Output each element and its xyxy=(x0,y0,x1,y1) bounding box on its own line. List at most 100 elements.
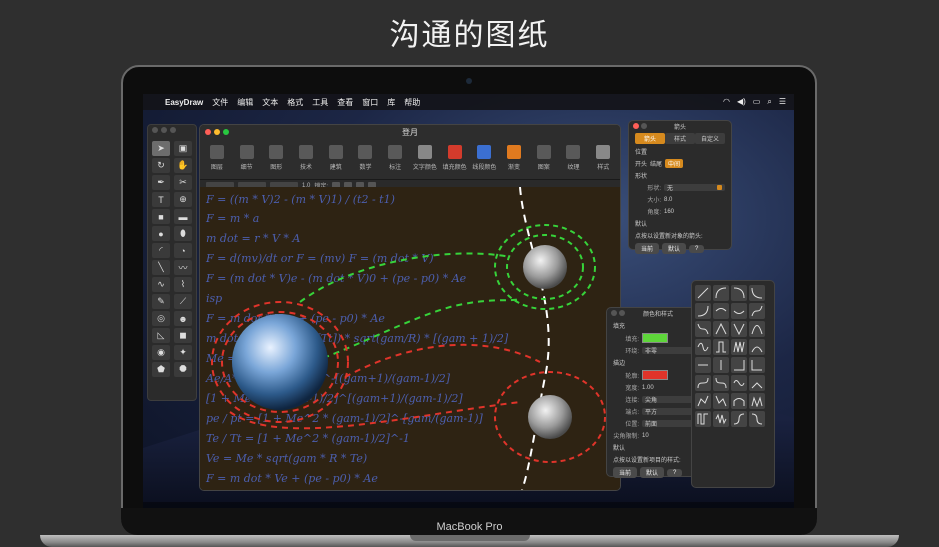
curve-shape-icon[interactable] xyxy=(695,339,711,355)
pen-icon[interactable]: ✒ xyxy=(152,175,170,190)
curve-shape-icon[interactable] xyxy=(749,303,765,319)
brush-icon[interactable]: ⟋ xyxy=(174,294,192,309)
curve-shape-icon[interactable] xyxy=(731,303,747,319)
curve-shape-icon[interactable] xyxy=(749,285,765,301)
toolbar-line-color[interactable]: 线段颜色 xyxy=(471,141,497,171)
curve-shape-icon[interactable] xyxy=(749,375,765,391)
curve-shape-icon[interactable] xyxy=(749,339,765,355)
octagon-icon[interactable]: ⯃ xyxy=(174,362,192,377)
menu-edit[interactable]: 编辑 xyxy=(237,97,253,108)
curve-shape-icon[interactable] xyxy=(731,285,747,301)
line-icon[interactable]: ╲ xyxy=(152,260,170,275)
angle-value[interactable]: 160 xyxy=(664,209,674,215)
text-icon[interactable]: T xyxy=(152,192,170,207)
polygon-icon[interactable]: ⬟ xyxy=(152,362,170,377)
zoom-dot[interactable] xyxy=(170,127,176,133)
menu-list-icon[interactable]: ☰ xyxy=(779,97,786,107)
close-dot[interactable] xyxy=(152,127,158,133)
hand-icon[interactable]: ✋ xyxy=(174,158,192,173)
curve-icon[interactable]: ∿ xyxy=(152,277,170,292)
menu-text[interactable]: 文本 xyxy=(262,97,278,108)
fill-color-swatch[interactable] xyxy=(642,333,668,343)
minimize-dot[interactable] xyxy=(161,127,167,133)
drawing-canvas[interactable]: F = ((m * V)2 - (m * V)1) / (t2 - t1) F … xyxy=(200,187,620,490)
end-checkbox-label[interactable]: 结尾 xyxy=(650,159,662,168)
square-icon[interactable]: ◼ xyxy=(174,328,192,343)
spiral-icon[interactable]: ◎ xyxy=(152,311,170,326)
curve-shape-icon[interactable] xyxy=(695,321,711,337)
curve-shape-icon[interactable] xyxy=(695,303,711,319)
help-button[interactable]: ? xyxy=(667,468,683,477)
volume-icon[interactable]: ◀) xyxy=(737,97,746,107)
curve-shape-icon[interactable] xyxy=(713,411,729,427)
menu-library[interactable]: 库 xyxy=(387,97,395,108)
current-button[interactable]: 当前 xyxy=(613,467,638,478)
line-thick-icon[interactable]: ▬ xyxy=(174,209,192,224)
toolbar-layers[interactable]: 图层 xyxy=(204,141,230,171)
curve-shape-icon[interactable] xyxy=(713,303,729,319)
curve-shape-icon[interactable] xyxy=(749,357,765,373)
help-button[interactable]: ? xyxy=(689,244,705,253)
curve-shape-icon[interactable] xyxy=(713,285,729,301)
profile-icon[interactable]: ☻ xyxy=(174,311,192,326)
default-button[interactable]: 默认 xyxy=(640,467,665,478)
curve-shape-icon[interactable] xyxy=(731,339,747,355)
toolbar-building[interactable]: 建筑 xyxy=(323,141,349,171)
search-icon[interactable]: ⌕ xyxy=(767,97,771,107)
ellipse-icon[interactable]: ⬮ xyxy=(174,226,192,241)
menu-window[interactable]: 窗口 xyxy=(362,97,378,108)
start-checkbox-label[interactable]: 开头 xyxy=(635,159,647,168)
mid-toggle[interactable]: 中间 xyxy=(665,159,684,168)
toolbar-math[interactable]: 数学 xyxy=(353,141,379,171)
curve-shape-icon[interactable] xyxy=(731,375,747,391)
stroke-color-swatch[interactable] xyxy=(642,370,668,380)
curve-shape-icon[interactable] xyxy=(731,357,747,373)
curve-shape-icon[interactable] xyxy=(749,393,765,409)
menu-format[interactable]: 格式 xyxy=(287,97,303,108)
rectangle-icon[interactable]: ■ xyxy=(152,209,170,224)
tab-arrow[interactable]: 箭头 xyxy=(635,133,665,144)
battery-icon[interactable]: ▭ xyxy=(753,97,761,107)
app-menu[interactable]: EasyDraw xyxy=(165,98,203,107)
width-value[interactable]: 1.00 xyxy=(642,385,654,391)
curve-shape-icon[interactable] xyxy=(695,411,711,427)
zoom-icon[interactable]: ⊕ xyxy=(174,192,192,207)
toolbar-fill-color[interactable]: 填充颜色 xyxy=(442,141,468,171)
menu-tools[interactable]: 工具 xyxy=(312,97,328,108)
bezier-icon[interactable]: ⌇ xyxy=(174,277,192,292)
curve-shape-icon[interactable] xyxy=(695,375,711,391)
pie-icon[interactable]: ◔ xyxy=(174,243,192,258)
curve-shape-icon[interactable] xyxy=(731,393,747,409)
shape-select[interactable]: 无 xyxy=(664,184,725,192)
curve-shape-icon[interactable] xyxy=(695,357,711,373)
select-arrow-icon[interactable]: ➤ xyxy=(152,141,170,156)
tab-style[interactable]: 样式 xyxy=(665,133,695,144)
toolbar-text-color[interactable]: 文字颜色 xyxy=(412,141,438,171)
current-button[interactable]: 当前 xyxy=(635,243,660,254)
curve-shape-icon[interactable] xyxy=(749,411,765,427)
wifi-icon[interactable]: ◠ xyxy=(723,97,730,107)
curve-shape-icon[interactable] xyxy=(713,357,729,373)
default-button[interactable]: 默认 xyxy=(662,243,687,254)
curve-shape-icon[interactable] xyxy=(749,321,765,337)
toolbar-detail[interactable]: 细节 xyxy=(234,141,260,171)
menu-view[interactable]: 查看 xyxy=(337,97,353,108)
tab-custom[interactable]: 自定义 xyxy=(695,133,725,144)
curve-shape-icon[interactable] xyxy=(695,285,711,301)
curve-shape-icon[interactable] xyxy=(713,393,729,409)
curve-shape-icon[interactable] xyxy=(731,411,747,427)
curve-shape-icon[interactable] xyxy=(731,321,747,337)
toolbar-annotate[interactable]: 标注 xyxy=(382,141,408,171)
freehand-icon[interactable]: 〰 xyxy=(174,260,192,275)
pencil-icon[interactable]: ✎ xyxy=(152,294,170,309)
toolbar-gradient[interactable]: 渐变 xyxy=(501,141,527,171)
curve-shape-icon[interactable] xyxy=(713,321,729,337)
toolbar-pattern[interactable]: 图案 xyxy=(531,141,557,171)
star-icon[interactable]: ✦ xyxy=(174,345,192,360)
curve-shape-icon[interactable] xyxy=(695,393,711,409)
corner-icon[interactable]: ◺ xyxy=(152,328,170,343)
menu-file[interactable]: 文件 xyxy=(212,97,228,108)
curve-shape-icon[interactable] xyxy=(713,339,729,355)
curve-shape-icon[interactable] xyxy=(713,375,729,391)
toolbar-style[interactable]: 样式 xyxy=(590,141,616,171)
